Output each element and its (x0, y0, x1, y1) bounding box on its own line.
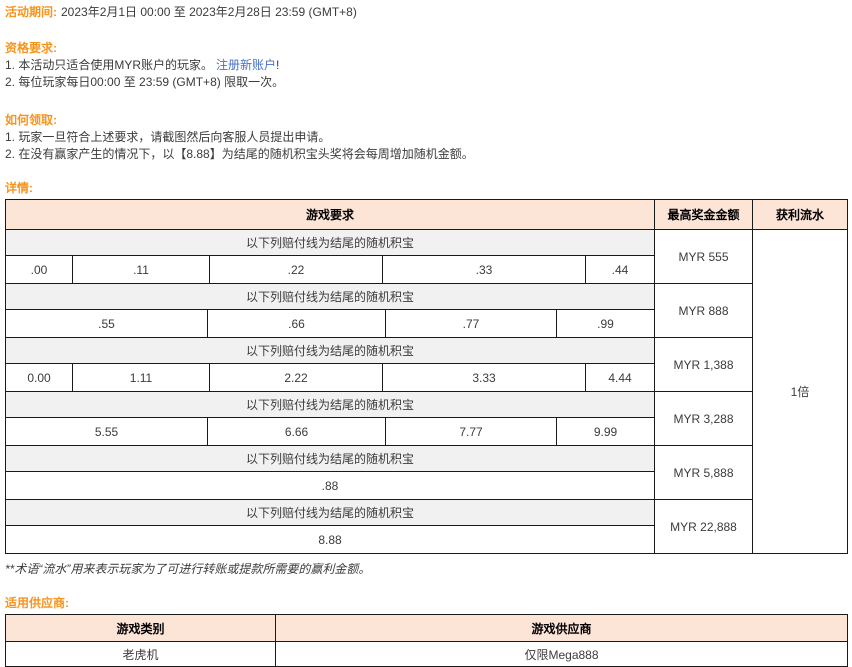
jackpot-subheader: 以下列赔付线为结尾的随机积宝 (6, 284, 655, 310)
jackpot-subheader: 以下列赔付线为结尾的随机积宝 (6, 338, 655, 364)
payline-cell: .88 (6, 472, 655, 500)
how-to-claim-label: 如何领取: (5, 113, 57, 127)
jackpot-subheader: 以下列赔付线为结尾的随机积宝 (6, 446, 655, 472)
prize-amount: MYR 5,888 (655, 446, 753, 500)
how-to-claim-item-1: 1. 玩家一旦符合上述要求，请截图然后向客服人员提出申请。 (5, 129, 847, 146)
providers-table-header-row: 游戏类别 游戏供应商 (6, 615, 848, 642)
payline-cell: 6.66 (208, 418, 386, 446)
prize-amount: MYR 22,888 (655, 500, 753, 554)
prize-amount: MYR 3,288 (655, 392, 753, 446)
prize-amount: MYR 888 (655, 284, 753, 338)
payline-cell: .33 (383, 256, 586, 284)
payline-cell: .55 (6, 310, 208, 338)
col-header-game-requirement: 游戏要求 (6, 200, 655, 230)
group2-subheader-row: 以下列赔付线为结尾的随机积宝 MYR 888 (6, 284, 848, 310)
payline-cell: .99 (557, 310, 655, 338)
payline-cell: .22 (210, 256, 383, 284)
details-table-header-row: 游戏要求 最高奖金金额 获利流水 (6, 200, 848, 230)
jackpot-subheader: 以下列赔付线为结尾的随机积宝 (6, 230, 655, 256)
turnover-value: 1倍 (753, 230, 848, 554)
period-line: 活动期间: 2023年2月1日 00:00 至 2023年2月28日 23:59 … (5, 4, 847, 21)
providers-label: 适用供应商: (5, 596, 69, 610)
game-category-cell: 老虎机 (6, 642, 276, 667)
details-label: 详情: (5, 181, 33, 195)
providers-heading: 适用供应商: (5, 595, 847, 612)
payline-cell: 0.00 (6, 364, 73, 392)
providers-table-row: 老虎机 仅限Mega888 (6, 642, 848, 667)
payline-cell: 1.11 (73, 364, 210, 392)
payline-cell: 7.77 (386, 418, 557, 446)
eligibility-item-2: 2. 每位玩家每日00:00 至 23:59 (GMT+8) 限取一次。 (5, 74, 847, 91)
payline-cell: .66 (208, 310, 386, 338)
eligibility-item-1-text: 1. 本活动只适合使用MYR账户的玩家。 (5, 58, 213, 72)
payline-cell: .11 (73, 256, 210, 284)
prize-amount: MYR 1,388 (655, 338, 753, 392)
group3-subheader-row: 以下列赔付线为结尾的随机积宝 MYR 1,388 (6, 338, 848, 364)
payline-cell: 4.44 (586, 364, 655, 392)
col-header-turnover: 获利流水 (753, 200, 848, 230)
payline-cell: 3.33 (383, 364, 586, 392)
payline-cell: 8.88 (6, 526, 655, 554)
eligibility-heading: 资格要求: (5, 40, 847, 57)
payline-cell: 9.99 (557, 418, 655, 446)
how-to-claim-item-2: 2. 在没有赢家产生的情况下，以【8.88】为结尾的随机积宝头奖将会每周增加随机… (5, 146, 847, 163)
how-to-claim-heading: 如何领取: (5, 112, 847, 129)
eligibility-item-1-suffix: ! (276, 58, 279, 72)
period-value: 2023年2月1日 00:00 至 2023年2月28日 23:59 (GMT+… (61, 5, 357, 19)
prize-amount: MYR 555 (655, 230, 753, 284)
eligibility-label: 资格要求: (5, 41, 57, 55)
period-label: 活动期间: (5, 5, 57, 19)
providers-table: 游戏类别 游戏供应商 老虎机 仅限Mega888 (5, 614, 848, 667)
eligibility-item-1: 1. 本活动只适合使用MYR账户的玩家。注册新账户! (5, 57, 847, 74)
group5-subheader-row: 以下列赔付线为结尾的随机积宝 MYR 5,888 (6, 446, 848, 472)
register-account-link[interactable]: 注册新账户 (216, 58, 276, 72)
details-table: 游戏要求 最高奖金金额 获利流水 以下列赔付线为结尾的随机积宝 MYR 555 … (5, 199, 848, 554)
payline-cell: .44 (586, 256, 655, 284)
promo-page: 活动期间: 2023年2月1日 00:00 至 2023年2月28日 23:59 … (0, 0, 852, 667)
group1-subheader-row: 以下列赔付线为结尾的随机积宝 MYR 555 1倍 (6, 230, 848, 256)
game-provider-cell: 仅限Mega888 (276, 642, 848, 667)
col-header-game-provider: 游戏供应商 (276, 615, 848, 642)
col-header-max-prize: 最高奖金金额 (655, 200, 753, 230)
payline-cell: 2.22 (210, 364, 383, 392)
details-heading: 详情: (5, 180, 847, 197)
group4-subheader-row: 以下列赔付线为结尾的随机积宝 MYR 3,288 (6, 392, 848, 418)
group6-subheader-row: 以下列赔付线为结尾的随机积宝 MYR 22,888 (6, 500, 848, 526)
payline-cell: .00 (6, 256, 73, 284)
payline-cell: .77 (386, 310, 557, 338)
jackpot-subheader: 以下列赔付线为结尾的随机积宝 (6, 500, 655, 526)
payline-cell: 5.55 (6, 418, 208, 446)
jackpot-subheader: 以下列赔付线为结尾的随机积宝 (6, 392, 655, 418)
col-header-game-category: 游戏类别 (6, 615, 276, 642)
turnover-footnote: **术语“流水”用来表示玩家为了可进行转账或提款所需要的赢利金额。 (5, 561, 847, 578)
